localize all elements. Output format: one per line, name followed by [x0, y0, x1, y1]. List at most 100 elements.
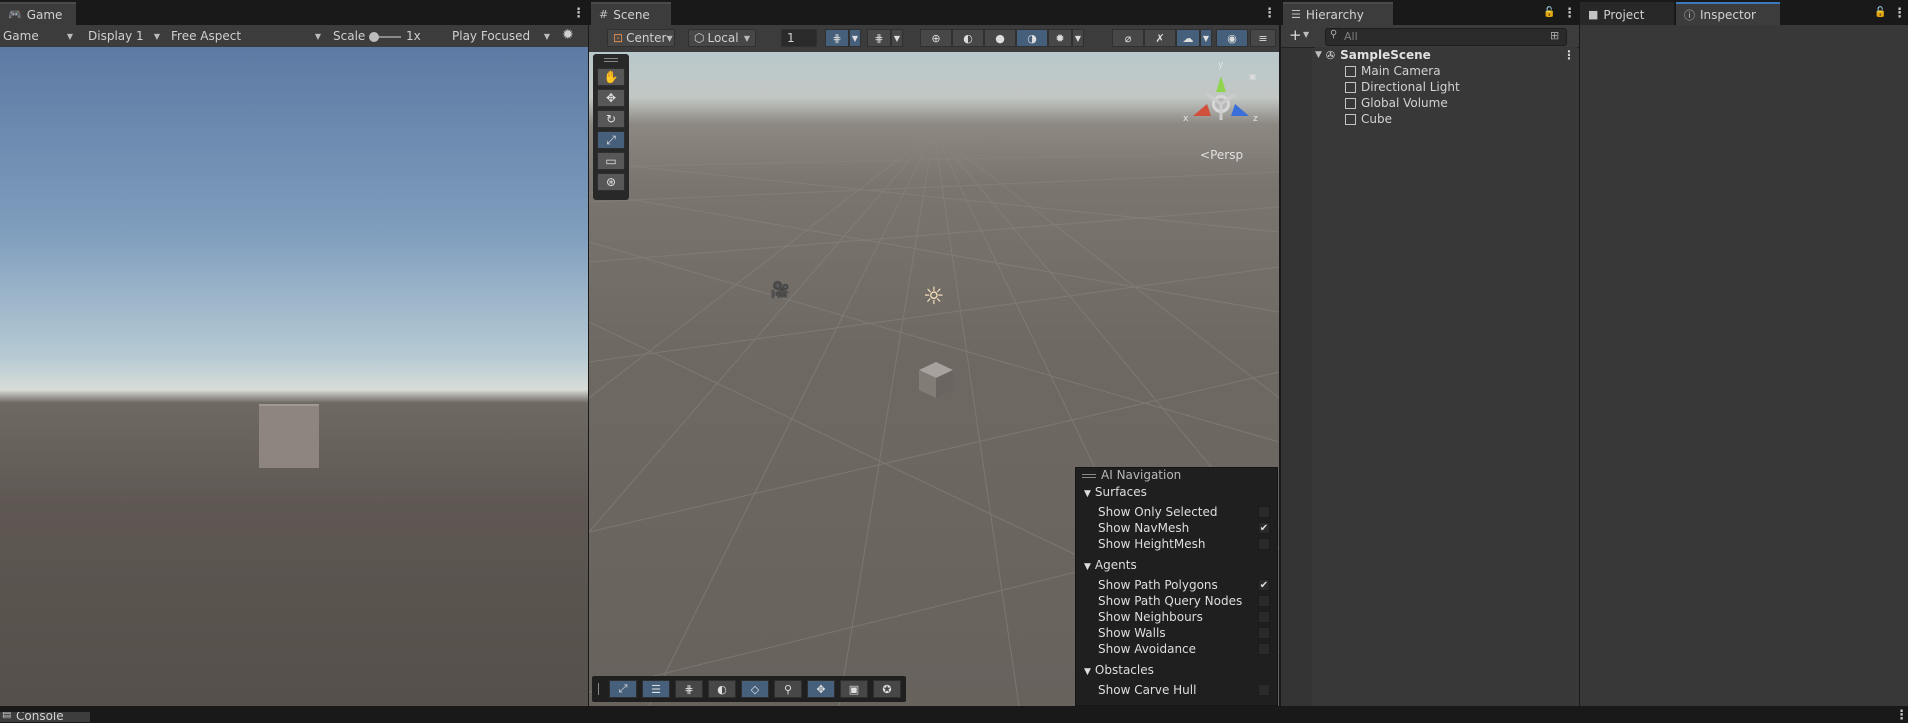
- directional-light-icon[interactable]: ☼: [923, 282, 945, 310]
- show-walls-label: Show Walls: [1098, 626, 1166, 640]
- tab-game[interactable]: 🎮 Game: [0, 2, 76, 25]
- section-obstacles[interactable]: ▼ Obstacles: [1084, 663, 1154, 678]
- gizmos-button[interactable]: ≡: [1250, 29, 1276, 47]
- inspector-menu-kebab[interactable]: ⋮: [1893, 6, 1906, 21]
- effects-dropdown[interactable]: ▼: [1200, 29, 1212, 47]
- rect-tool-icon[interactable]: ▭: [597, 152, 625, 170]
- scene-menu-kebab[interactable]: ⋮: [1263, 6, 1276, 21]
- gizmo-y-label: y: [1218, 60, 1224, 70]
- tab-inspector[interactable]: ⓘ Inspector: [1676, 2, 1780, 25]
- cameras-overlay-button[interactable]: ▣: [840, 680, 868, 698]
- section-agents[interactable]: ▼ Agents: [1084, 558, 1137, 573]
- hierarchy-item-main-camera[interactable]: Main Camera: [1345, 63, 1441, 79]
- scale-tool-icon[interactable]: ⤢: [597, 131, 625, 149]
- debug-draw-dropdown[interactable]: ▼: [1072, 29, 1084, 47]
- inspector-body: [1580, 25, 1908, 706]
- compass-overlay-button[interactable]: ✪: [873, 680, 901, 698]
- create-add-icon[interactable]: +: [1289, 26, 1302, 44]
- chevron-down-icon: ▼: [1084, 667, 1091, 677]
- space-dropdown[interactable]: ⬡ Local ▼: [688, 29, 756, 47]
- show-carve-hull-checkbox[interactable]: [1258, 684, 1270, 696]
- hierarchy-item-directional-light[interactable]: Directional Light: [1345, 79, 1460, 95]
- show-navmesh-checkbox[interactable]: ✔: [1258, 522, 1270, 534]
- hierarchy-item-label: Main Camera: [1361, 64, 1441, 78]
- toggle-2d-button[interactable]: ⌀: [1112, 29, 1144, 47]
- rotate-tool-icon[interactable]: ↻: [597, 110, 625, 128]
- scale-label: Scale: [333, 29, 366, 43]
- cube-object[interactable]: [913, 358, 959, 404]
- grid-visibility-button[interactable]: ⋕: [825, 29, 849, 47]
- transform-overlay-button[interactable]: ✥: [807, 680, 835, 698]
- overlay-toolbar-grip[interactable]: [598, 683, 601, 695]
- game-toolbar: Game ▼ Display 1 ▼ Free Aspect ▼ Scale 1x P…: [0, 25, 588, 48]
- tab-console[interactable]: ▤ Console: [0, 712, 90, 722]
- orientation-gizmo[interactable]: y x z ▣: [1181, 58, 1261, 138]
- draw-modes-overlay-button[interactable]: ◐: [708, 680, 736, 698]
- game-viewport[interactable]: [0, 47, 588, 706]
- show-walls-checkbox[interactable]: [1258, 627, 1270, 639]
- aspect-dropdown[interactable]: Free Aspect ▼: [166, 27, 326, 45]
- gizmo-lock-icon[interactable]: ▣: [1249, 72, 1257, 81]
- hierarchy-item-global-volume[interactable]: Global Volume: [1345, 95, 1448, 111]
- section-surfaces[interactable]: ▼ Surfaces: [1084, 485, 1147, 500]
- snap-dropdown-arrow[interactable]: ▼: [891, 29, 903, 47]
- show-avoidance-checkbox[interactable]: [1258, 643, 1270, 655]
- grid-snap-field[interactable]: 1: [781, 29, 817, 47]
- show-only-selected-label: Show Only Selected: [1098, 505, 1218, 519]
- persp-toggle[interactable]: <Persp: [1200, 148, 1243, 162]
- show-path-query-nodes-checkbox[interactable]: [1258, 595, 1270, 607]
- tab-scene[interactable]: # Scene: [591, 2, 671, 25]
- show-only-selected-checkbox[interactable]: [1258, 506, 1270, 518]
- orientation-overlay-button[interactable]: ⤢: [609, 680, 637, 698]
- display-dropdown[interactable]: Display 1 ▼: [83, 27, 165, 45]
- inspector-lock-icon[interactable]: 🔓: [1874, 7, 1886, 18]
- effects-button[interactable]: ☁: [1176, 29, 1200, 47]
- overlay-grip[interactable]: [1082, 474, 1096, 478]
- hand-tool-icon[interactable]: ✋: [597, 68, 625, 86]
- tools-palette-grip[interactable]: [604, 58, 618, 62]
- hierarchy-menu-kebab[interactable]: ⋮: [1563, 6, 1576, 21]
- lighting-toggle-button[interactable]: ✗: [1144, 29, 1176, 47]
- show-heightmesh-checkbox[interactable]: [1258, 538, 1270, 550]
- play-mode-dropdown[interactable]: Play Focused ▼: [447, 27, 555, 45]
- transform-tool-icon[interactable]: ⊛: [597, 173, 625, 191]
- search-overlay-button[interactable]: ⚲: [774, 680, 802, 698]
- move-tool-icon[interactable]: ✥: [597, 89, 625, 107]
- section-obstacles-label: Obstacles: [1094, 663, 1154, 677]
- ai-navigation-overlay: AI Navigation ▼ Surfaces Show Only Select…: [1075, 467, 1278, 706]
- snap-increment-button[interactable]: ⋕: [867, 29, 891, 47]
- shaded-wireframe-button[interactable]: ◐: [952, 29, 984, 47]
- camera-icon[interactable]: 🎥: [770, 280, 790, 299]
- unlit-button[interactable]: ◑: [1016, 29, 1048, 47]
- hierarchy-item-cube[interactable]: Cube: [1345, 111, 1392, 127]
- game-menu-kebab[interactable]: ⋮: [572, 6, 585, 21]
- tab-hierarchy[interactable]: ☰ Hierarchy: [1283, 2, 1393, 25]
- search-filter-icon[interactable]: ⊞: [1550, 29, 1559, 42]
- game-mode-dropdown[interactable]: Game ▼: [0, 27, 78, 45]
- nav-surface-overlay-button[interactable]: ◇: [741, 680, 769, 698]
- tab-inspector-label: Inspector: [1700, 7, 1756, 22]
- grid-dropdown-arrow[interactable]: ▼: [849, 29, 861, 47]
- visibility-toggle-button[interactable]: ◉: [1216, 29, 1248, 47]
- show-path-polygons-checkbox[interactable]: ✔: [1258, 579, 1270, 591]
- shaded-button[interactable]: ●: [984, 29, 1016, 47]
- chevron-down-icon[interactable]: ▼: [1303, 30, 1309, 39]
- chevron-down-icon[interactable]: ▼: [1315, 50, 1322, 60]
- scale-slider[interactable]: [369, 32, 401, 42]
- scene-viewport[interactable]: ✋ ✥ ↻ ⤢ ▭ ⊛ y x z ▣ <Persp 🎥 ☼ AI Naviga…: [589, 52, 1279, 706]
- hierarchy-lock-icon[interactable]: 🔓: [1543, 7, 1555, 18]
- tab-project[interactable]: ■ Project: [1580, 2, 1674, 25]
- grid-snapping-overlay-button[interactable]: ⋕: [675, 680, 703, 698]
- debug-draw-button[interactable]: ✹: [1048, 29, 1072, 47]
- tab-project-label: Project: [1603, 7, 1645, 22]
- console-menu-kebab[interactable]: ⋮: [1895, 708, 1908, 723]
- show-neighbours-checkbox[interactable]: [1258, 611, 1270, 623]
- scale-slider-handle[interactable]: [369, 32, 379, 42]
- tool-settings-overlay-button[interactable]: ☰: [642, 680, 670, 698]
- bug-icon[interactable]: ✹: [562, 27, 574, 43]
- hierarchy-scene-row[interactable]: ▼ ✇ SampleScene ⋮: [1315, 47, 1577, 63]
- pivot-dropdown[interactable]: ⊡ Center ▼: [607, 29, 675, 47]
- scene-row-kebab[interactable]: ⋮: [1563, 48, 1575, 62]
- hierarchy-search-input[interactable]: ⚲ All ⊞: [1325, 28, 1567, 46]
- wireframe-shading-button[interactable]: ⊕: [920, 29, 952, 47]
